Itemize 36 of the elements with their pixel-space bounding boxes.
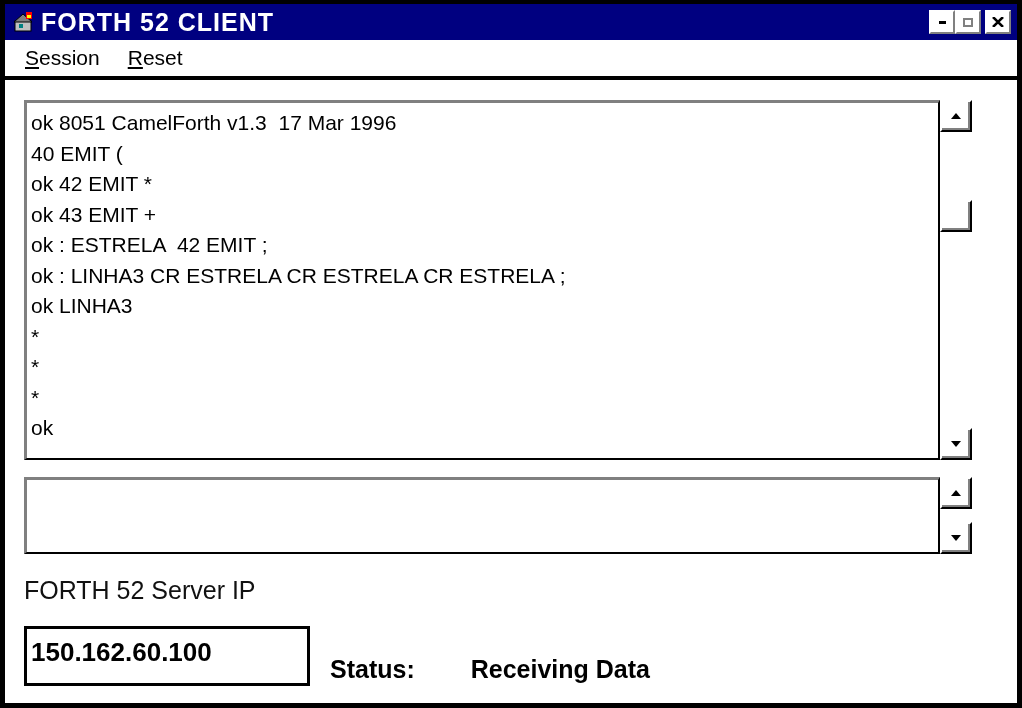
console-line: ok : LINHA3 CR ESTRELA CR ESTRELA CR ESTRELA ; bbox=[31, 262, 567, 289]
server-ip-label: FORTH 52 Server IP bbox=[24, 576, 257, 605]
minimize-button[interactable] bbox=[929, 10, 955, 34]
scroll-down-button[interactable] bbox=[940, 522, 972, 554]
close-icon bbox=[992, 17, 1004, 27]
close-button[interactable] bbox=[985, 10, 1011, 34]
down-arrow-icon bbox=[951, 535, 961, 541]
menu-item[interactable]: Session bbox=[25, 46, 100, 70]
maximize-icon bbox=[963, 17, 973, 27]
console-line: ok bbox=[31, 415, 55, 441]
console-line: ok 8051 CamelForth v1.3 17 Mar 1996 bbox=[31, 110, 398, 136]
scroll-bar[interactable] bbox=[940, 477, 972, 554]
maximize-button[interactable] bbox=[955, 10, 981, 34]
scroll-thumb[interactable] bbox=[940, 200, 972, 232]
console-line: * bbox=[31, 354, 41, 380]
server-ip-field[interactable]: 150.162.60.100 bbox=[24, 626, 310, 686]
up-arrow-icon bbox=[951, 113, 961, 119]
menu-item[interactable]: Reset bbox=[127, 46, 183, 70]
console-line: ok LINHA3 bbox=[31, 293, 134, 319]
down-arrow-icon bbox=[951, 441, 961, 447]
console-line: ok : ESTRELA 42 EMIT ; bbox=[31, 232, 269, 258]
window-title: FORTH 52 CLIENT bbox=[41, 7, 275, 37]
console-line: 40 EMIT ( bbox=[31, 140, 124, 167]
console-line: ok 43 EMIT + bbox=[31, 201, 158, 228]
up-arrow-icon bbox=[951, 490, 961, 496]
status-value: Receiving Data bbox=[470, 655, 650, 684]
house-icon bbox=[13, 11, 35, 33]
scroll-up-button[interactable] bbox=[940, 100, 972, 132]
console-line: ok 42 EMIT * bbox=[31, 171, 153, 197]
console-line: * bbox=[31, 323, 41, 350]
minimize-icon bbox=[938, 20, 946, 24]
scroll-up-button[interactable] bbox=[940, 477, 972, 509]
command-input-field[interactable] bbox=[24, 477, 940, 554]
console-line: * bbox=[31, 384, 41, 411]
scroll-down-button[interactable] bbox=[940, 428, 972, 460]
status-label: Status: bbox=[330, 655, 415, 684]
